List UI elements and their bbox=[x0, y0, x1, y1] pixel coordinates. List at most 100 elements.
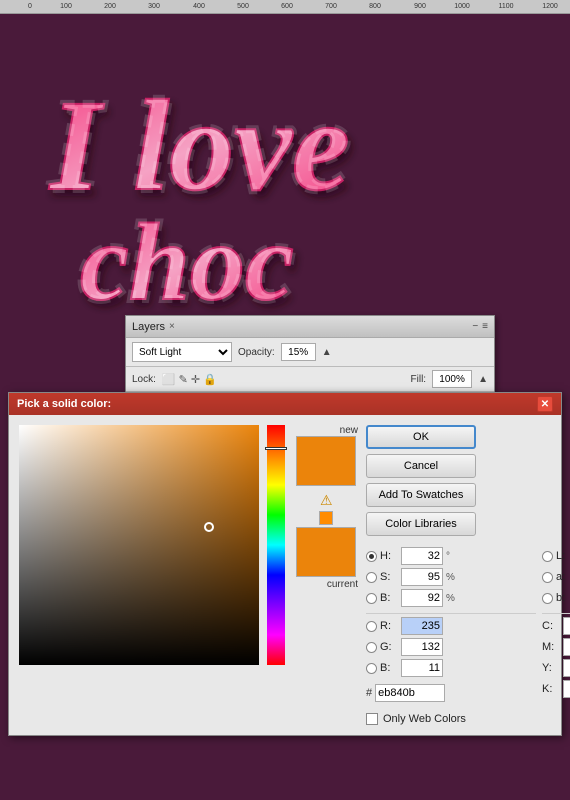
lock-all-icon[interactable]: 🔒 bbox=[203, 373, 217, 386]
s-radio[interactable] bbox=[366, 572, 377, 583]
color-fields-section: H: ° S: % B: % bbox=[366, 547, 570, 702]
c-input[interactable] bbox=[563, 617, 570, 635]
ruler-top: 0 100 200 300 400 500 600 700 800 900 10… bbox=[0, 0, 570, 14]
g-radio[interactable] bbox=[366, 642, 377, 653]
hue-slider[interactable] bbox=[267, 425, 285, 665]
hex-input[interactable] bbox=[375, 684, 445, 702]
layers-panel-title: Layers bbox=[132, 321, 165, 333]
k-input[interactable] bbox=[563, 680, 570, 698]
svg-text:choc: choc bbox=[80, 201, 294, 319]
layers-fill-row: Lock: ⬜ ✎ ✛ 🔒 Fill: ▲ bbox=[126, 367, 494, 392]
b3-field-row: b: bbox=[542, 589, 570, 607]
opacity-label: Opacity: bbox=[238, 347, 275, 358]
color-picker-title: Pick a solid color: bbox=[17, 398, 111, 410]
fill-input[interactable] bbox=[432, 370, 472, 388]
b2-label: B: bbox=[380, 662, 398, 674]
b-radio[interactable] bbox=[366, 593, 377, 604]
h-radio[interactable] bbox=[366, 551, 377, 562]
a-label: a: bbox=[556, 571, 570, 583]
k-label: K: bbox=[542, 683, 560, 695]
opacity-input[interactable] bbox=[281, 343, 316, 361]
hex-field-row: # bbox=[366, 684, 536, 702]
color-fields-left: H: ° S: % B: % bbox=[366, 547, 536, 702]
lock-move-icon[interactable]: ✛ bbox=[191, 373, 200, 386]
new-color-swatch[interactable] bbox=[296, 436, 356, 486]
hex-hash: # bbox=[366, 687, 372, 699]
cancel-button[interactable]: Cancel bbox=[366, 454, 476, 478]
current-color-swatch[interactable] bbox=[296, 527, 356, 577]
h-field-row: H: ° bbox=[366, 547, 536, 565]
hue-slider-container[interactable] bbox=[267, 425, 285, 665]
g-field-row: G: bbox=[366, 638, 536, 656]
color-picker-body: new ⚠ current OK Cancel Add To Swatches … bbox=[9, 415, 561, 735]
ok-button[interactable]: OK bbox=[366, 425, 476, 449]
lock-pixels-icon[interactable]: ⬜ bbox=[162, 373, 176, 386]
layers-titlebar: Layers × − ≡ bbox=[126, 316, 494, 338]
gradient-dark-overlay bbox=[19, 425, 259, 665]
lock-label: Lock: bbox=[132, 374, 156, 385]
m-input[interactable] bbox=[563, 638, 570, 656]
color-libraries-button[interactable]: Color Libraries bbox=[366, 512, 476, 536]
b-label: B: bbox=[380, 592, 398, 604]
a-radio[interactable] bbox=[542, 572, 553, 583]
layers-panel-controls: − ≡ bbox=[472, 321, 488, 332]
color-picker-titlebar: Pick a solid color: ✕ bbox=[9, 393, 561, 415]
layers-menu-button[interactable]: ≡ bbox=[482, 321, 488, 332]
b2-field-row: B: bbox=[366, 659, 536, 677]
color-picker-dialog: Pick a solid color: ✕ new ⚠ current bbox=[8, 392, 562, 736]
swatches-area: new ⚠ current bbox=[293, 425, 358, 725]
current-swatch-label: current bbox=[293, 579, 358, 590]
m-label: M: bbox=[542, 641, 560, 653]
b3-radio[interactable] bbox=[542, 593, 553, 604]
fill-stepper[interactable]: ▲ bbox=[478, 374, 488, 385]
h-unit: ° bbox=[446, 551, 456, 562]
c-label: C: bbox=[542, 620, 560, 632]
new-swatch-label: new bbox=[293, 425, 358, 436]
s-label: S: bbox=[380, 571, 398, 583]
r-input[interactable] bbox=[401, 617, 443, 635]
layers-blend-row: Soft Light Opacity: ▲ bbox=[126, 338, 494, 367]
b2-radio[interactable] bbox=[366, 663, 377, 674]
svg-text:I love: I love bbox=[48, 74, 350, 218]
l-radio[interactable] bbox=[542, 551, 553, 562]
hue-slider-marker bbox=[265, 447, 287, 450]
warning-swatch[interactable] bbox=[319, 511, 333, 525]
y-label: Y: bbox=[542, 662, 560, 674]
layers-title-section: Layers × bbox=[132, 321, 175, 333]
c-field-row: C: % bbox=[542, 617, 570, 635]
fields-divider-1 bbox=[366, 613, 536, 614]
m-field-row: M: % bbox=[542, 638, 570, 656]
a-field-row: a: bbox=[542, 568, 570, 586]
y-field-row: Y: % bbox=[542, 659, 570, 677]
s-input[interactable] bbox=[401, 568, 443, 586]
only-web-colors-checkbox[interactable] bbox=[366, 713, 378, 725]
color-picker-close-button[interactable]: ✕ bbox=[537, 396, 553, 412]
color-fields-right: L: a: b: C: bbox=[542, 547, 570, 702]
layers-minimize-button[interactable]: − bbox=[472, 321, 478, 332]
color-picker-right: OK Cancel Add To Swatches Color Librarie… bbox=[366, 425, 570, 725]
r-radio[interactable] bbox=[366, 621, 377, 632]
add-to-swatches-button[interactable]: Add To Swatches bbox=[366, 483, 476, 507]
lock-icons-group: ⬜ ✎ ✛ 🔒 bbox=[162, 373, 217, 386]
l-field-row: L: bbox=[542, 547, 570, 565]
fields-divider-2 bbox=[542, 613, 570, 614]
g-input[interactable] bbox=[401, 638, 443, 656]
r-label: R: bbox=[380, 620, 398, 632]
color-gradient-square[interactable] bbox=[19, 425, 259, 665]
layers-close-button[interactable]: × bbox=[169, 321, 175, 332]
b2-input[interactable] bbox=[401, 659, 443, 677]
b-field-row: B: % bbox=[366, 589, 536, 607]
h-input[interactable] bbox=[401, 547, 443, 565]
only-web-colors-label: Only Web Colors bbox=[383, 713, 466, 725]
r-field-row: R: bbox=[366, 617, 536, 635]
k-field-row: K: % bbox=[542, 680, 570, 698]
s-unit: % bbox=[446, 572, 456, 583]
lock-position-icon[interactable]: ✎ bbox=[179, 373, 188, 386]
warning-triangle-icon: ⚠ bbox=[320, 492, 333, 509]
y-input[interactable] bbox=[563, 659, 570, 677]
opacity-stepper[interactable]: ▲ bbox=[322, 347, 332, 358]
blend-mode-select[interactable]: Soft Light bbox=[132, 342, 232, 362]
s-field-row: S: % bbox=[366, 568, 536, 586]
b-input[interactable] bbox=[401, 589, 443, 607]
fill-label: Fill: bbox=[411, 374, 427, 385]
